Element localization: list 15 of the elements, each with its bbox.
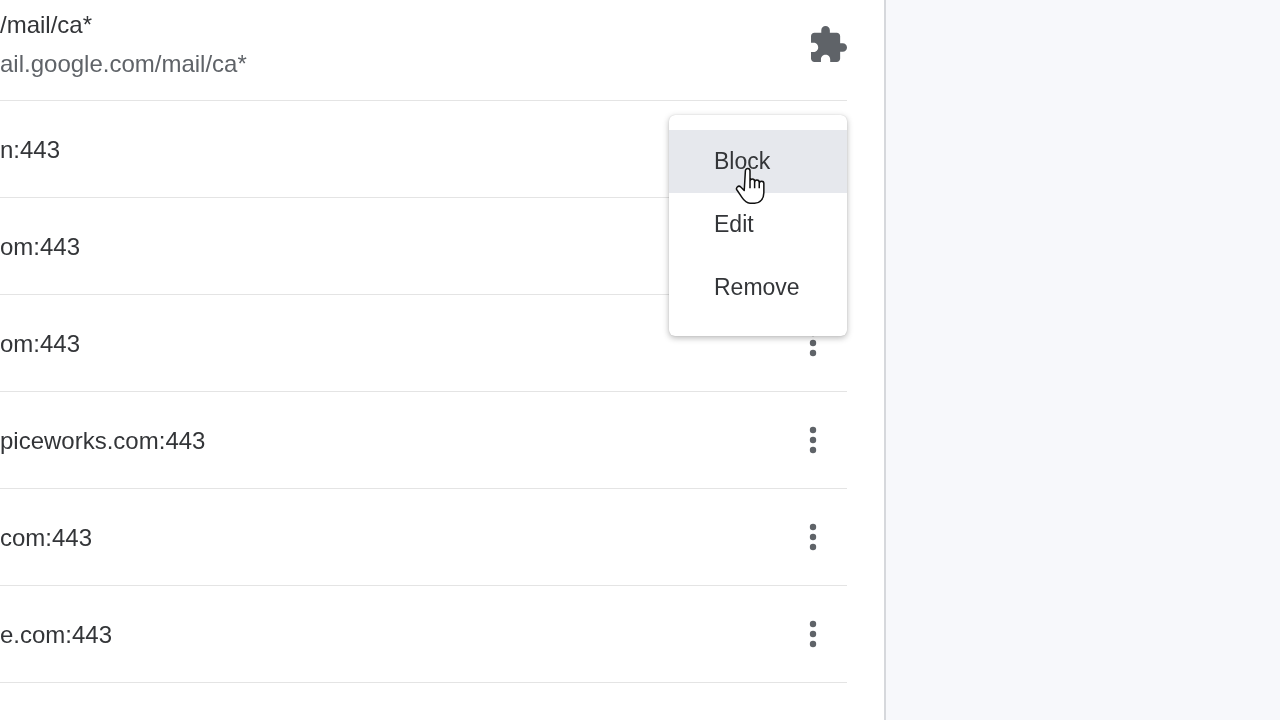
- more-actions-icon[interactable]: [809, 523, 817, 551]
- menu-item[interactable]: Block: [669, 130, 847, 193]
- site-address: e.com:443: [0, 619, 113, 650]
- site-address: piceworks.com:443: [0, 425, 206, 456]
- site-address: /mail/ca*: [0, 10, 94, 40]
- site-address: com:443: [0, 522, 93, 553]
- site-address: om:443: [0, 328, 81, 359]
- site-detail-text: ail.google.com/mail/ca*: [0, 49, 247, 79]
- site-address: om:443: [0, 231, 81, 262]
- menu-item[interactable]: Edit: [669, 193, 847, 256]
- menu-item[interactable]: Remove: [669, 256, 847, 319]
- puzzle-icon: [811, 26, 847, 62]
- site-address: n:443: [0, 134, 61, 165]
- more-actions-icon[interactable]: [809, 620, 817, 648]
- more-actions-icon[interactable]: [809, 426, 817, 454]
